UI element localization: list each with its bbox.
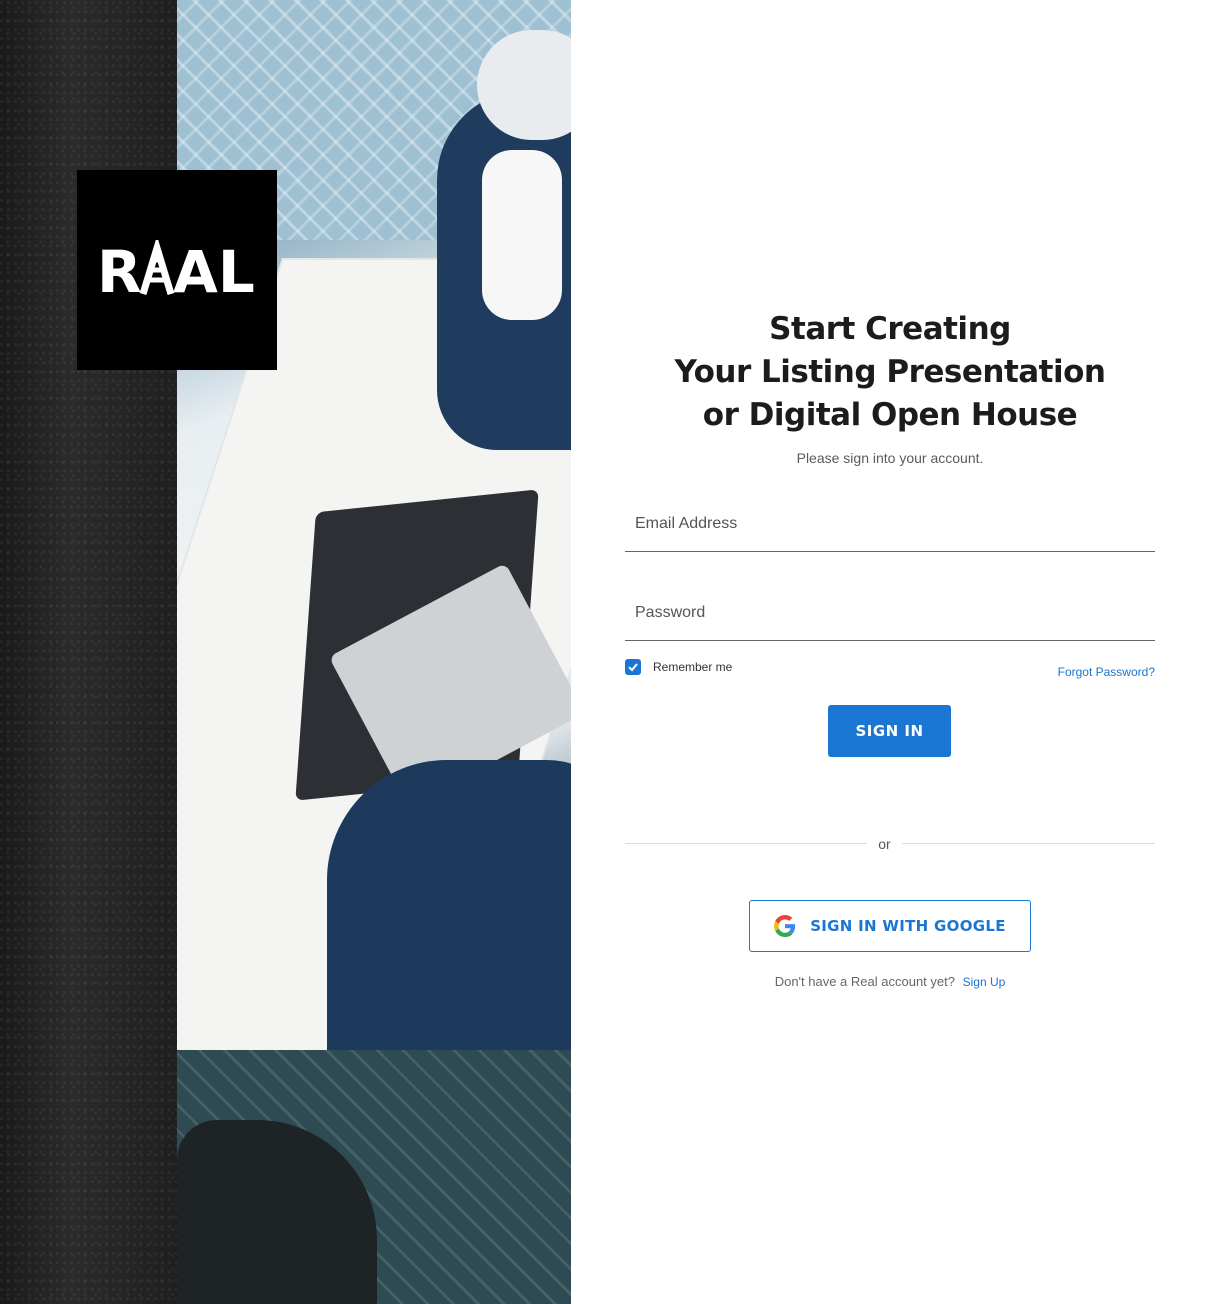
real-logo-icon: R AL — [97, 240, 255, 300]
page-subtitle: Please sign into your account. — [796, 450, 984, 466]
remember-me-label: Remember me — [653, 660, 733, 674]
title-line-1: Start Creating — [769, 311, 1011, 347]
email-field-wrapper — [625, 497, 1155, 552]
sign-in-with-google-button[interactable]: SIGN IN WITH GOOGLE — [749, 900, 1031, 952]
divider-left — [625, 843, 867, 844]
remember-me-checkbox[interactable] — [625, 659, 641, 675]
title-line-3: or Digital Open House — [702, 397, 1078, 433]
google-button-label: SIGN IN WITH GOOGLE — [810, 917, 1006, 935]
forgot-password-link[interactable]: Forgot Password? — [1058, 665, 1155, 679]
photo-shirt — [482, 150, 562, 320]
or-separator: or — [878, 836, 891, 852]
checkmark-icon — [628, 663, 638, 672]
signup-prompt-text: Don't have a Real account yet? — [774, 974, 955, 989]
email-field[interactable] — [625, 497, 1155, 551]
title-line-2: Your Listing Presentation — [674, 354, 1106, 390]
google-icon — [774, 915, 796, 937]
divider-right — [902, 843, 1155, 844]
password-field[interactable] — [625, 586, 1155, 640]
signup-prompt: Don't have a Real account yet? Sign Up — [625, 974, 1155, 989]
sign-in-panel: Start Creating Your Listing Presentation… — [571, 0, 1208, 1304]
logo-r-letter: R — [97, 240, 142, 300]
remember-me[interactable]: Remember me — [625, 659, 732, 675]
logo-al-letters: AL — [173, 240, 255, 300]
page-title: Start Creating Your Listing Presentation… — [625, 308, 1155, 437]
logo-e-house-mark — [139, 240, 175, 296]
password-field-wrapper — [625, 586, 1155, 641]
brand-logo: R AL — [77, 170, 277, 370]
sign-up-link[interactable]: Sign Up — [963, 975, 1006, 989]
sign-in-button[interactable]: SIGN IN — [828, 705, 951, 757]
